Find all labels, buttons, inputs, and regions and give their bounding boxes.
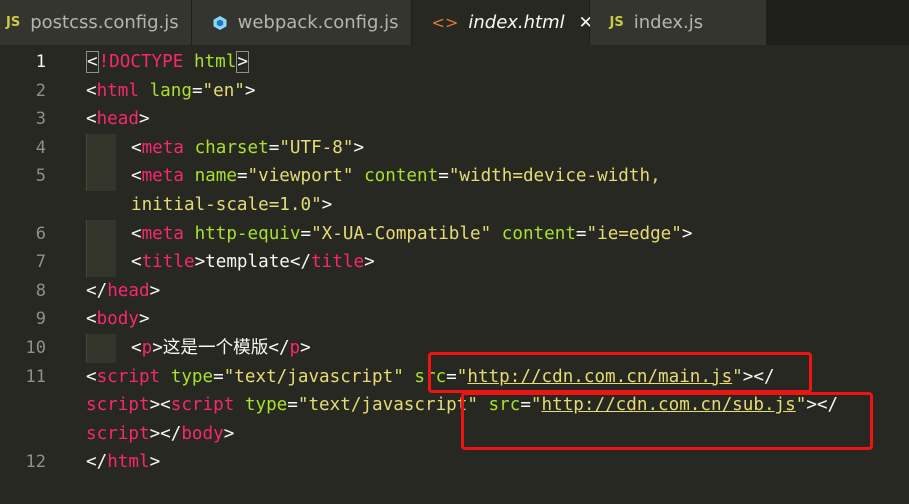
code-text: <body> bbox=[86, 309, 150, 330]
code-text: <meta name="viewport" content="width=dev… bbox=[131, 166, 661, 187]
line-number: 5 bbox=[35, 166, 46, 187]
line-number: 12 bbox=[25, 452, 46, 473]
js-file-icon: JS bbox=[6, 15, 21, 30]
line-number: 1 bbox=[35, 52, 46, 72]
annotation-box-sub-src bbox=[461, 392, 873, 450]
code-text: script></body> bbox=[86, 423, 235, 444]
tab-bar: JS postcss.config.js webpack.config.js <… bbox=[0, 0, 909, 45]
tab-index-js[interactable]: JS index.js bbox=[589, 0, 767, 45]
tab-webpack-config[interactable]: webpack.config.js bbox=[191, 0, 412, 45]
js-file-icon: JS bbox=[609, 15, 624, 30]
tab-label: webpack.config.js bbox=[237, 12, 399, 33]
code-text: <meta charset="UTF-8"> bbox=[131, 137, 365, 158]
tab-label: index.html bbox=[468, 12, 565, 33]
code-text: <p>这是一个模版</p> bbox=[131, 338, 311, 358]
indent-guide bbox=[86, 133, 116, 163]
indent-guide bbox=[86, 248, 116, 277]
line-number: 9 bbox=[35, 309, 46, 330]
line-number: 3 bbox=[35, 109, 46, 130]
tab-label: index.js bbox=[633, 12, 704, 33]
code-text: </head> bbox=[86, 280, 161, 301]
html-file-icon: <> bbox=[431, 13, 459, 32]
code-line: 4 <meta charset="UTF-8"> bbox=[0, 133, 909, 163]
line-number: 7 bbox=[35, 252, 46, 273]
indent-guide bbox=[86, 162, 116, 191]
code-text: <html lang="en"> bbox=[86, 80, 256, 101]
line-number: 8 bbox=[35, 280, 46, 301]
annotation-box-main-src bbox=[428, 352, 812, 393]
line-number: 6 bbox=[35, 223, 46, 244]
line-number: 11 bbox=[25, 366, 46, 387]
code-line: 3 <head> bbox=[0, 105, 909, 134]
code-line-wrap: initial-scale=1.0"> bbox=[0, 191, 909, 220]
code-text: initial-scale=1.0"> bbox=[131, 195, 333, 215]
code-line: 12 </html> bbox=[0, 448, 909, 477]
indent-guide bbox=[86, 219, 116, 249]
line-number: 2 bbox=[35, 80, 46, 101]
line-number: 4 bbox=[35, 137, 46, 158]
code-text: </html> bbox=[86, 452, 161, 473]
code-text: <meta http-equiv="X-UA-Compatible" conte… bbox=[131, 223, 693, 244]
code-line: 2 <html lang="en"> bbox=[0, 77, 909, 106]
code-text: <title>template</title> bbox=[131, 252, 375, 273]
code-line: 8 </head> bbox=[0, 277, 909, 306]
code-line: 1 <!DOCTYPE html> bbox=[0, 48, 909, 77]
code-text: <head> bbox=[86, 109, 150, 130]
webpack-icon bbox=[213, 15, 227, 30]
code-line: 7 <title>template</title> bbox=[0, 248, 909, 277]
tab-label: postcss.config.js bbox=[30, 12, 179, 33]
code-text: <!DOCTYPE html> bbox=[86, 51, 249, 73]
code-line: 9 <body> bbox=[0, 305, 909, 334]
indent-guide bbox=[86, 334, 116, 363]
code-line: 6 <meta http-equiv="X-UA-Compatible" con… bbox=[0, 219, 909, 249]
tab-index-html[interactable]: <> index.html ✕ bbox=[411, 0, 593, 45]
line-number: 10 bbox=[25, 338, 46, 358]
code-line: 5 <meta name="viewport" content="width=d… bbox=[0, 162, 909, 191]
tab-postcss-config[interactable]: JS postcss.config.js bbox=[0, 0, 192, 45]
